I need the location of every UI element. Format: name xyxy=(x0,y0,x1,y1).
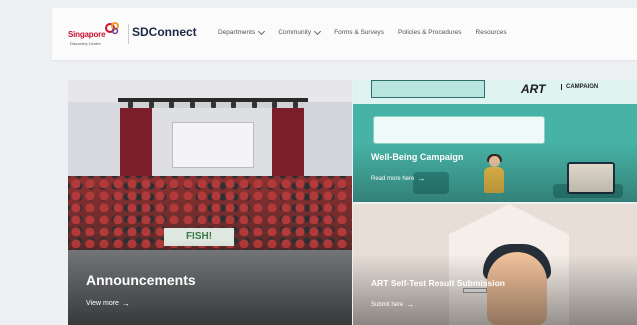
link-label: Submit here xyxy=(371,301,404,308)
link-label: Read more here xyxy=(371,175,415,182)
announcements-tile[interactable]: FISH! Announcements View more → xyxy=(68,80,352,325)
logo-text: Singapore xyxy=(68,30,106,39)
arrow-right-icon: → xyxy=(121,299,130,308)
campaign-logo: ART xyxy=(521,82,546,96)
image-overlay xyxy=(353,254,637,325)
main-nav: Departments Community Forms & Surveys Po… xyxy=(218,27,521,36)
nav-label: Community xyxy=(278,29,312,36)
campaign-callout-box xyxy=(371,80,485,98)
site-header: Singapore Discovery Centre SDConnect Dep… xyxy=(52,8,637,60)
nav-label: Departments xyxy=(218,29,256,36)
campaign-text-panel xyxy=(373,116,545,144)
announcements-view-more-link[interactable]: View more → xyxy=(86,299,130,308)
nav-community[interactable]: Community xyxy=(278,27,322,36)
nav-resources[interactable]: Resources xyxy=(476,29,507,36)
link-label: View more xyxy=(86,300,119,307)
announcements-title: Announcements xyxy=(86,272,196,288)
page: Singapore Discovery Centre SDConnect Dep… xyxy=(0,0,637,325)
logo-mark-icon xyxy=(105,22,119,35)
art-submission-tile[interactable]: ART Self-Test Result Submission Submit h… xyxy=(353,204,637,325)
art-submit-link[interactable]: Submit here → xyxy=(371,300,414,309)
chevron-down-icon xyxy=(258,27,266,36)
art-title: ART Self-Test Result Submission xyxy=(371,278,505,288)
wellbeing-read-more-link[interactable]: Read more here → xyxy=(371,174,425,183)
site-logo[interactable]: Singapore Discovery Centre xyxy=(68,18,124,50)
wellbeing-title: Well-Being Campaign xyxy=(371,152,464,162)
wellbeing-campaign-tile[interactable]: ART CAMPAIGN Well-Being Campaign Read mo… xyxy=(353,80,637,202)
chevron-down-icon xyxy=(314,27,322,36)
projection-screen xyxy=(172,122,254,168)
header-divider xyxy=(128,24,129,44)
campaign-logo-tag: CAMPAIGN xyxy=(561,84,598,90)
arrow-right-icon: → xyxy=(406,300,415,309)
nav-departments[interactable]: Departments xyxy=(218,27,266,36)
nav-forms-surveys[interactable]: Forms & Surveys xyxy=(334,29,384,36)
nav-policies-procedures[interactable]: Policies & Procedures xyxy=(398,29,462,36)
nav-label: Forms & Surveys xyxy=(334,29,384,36)
arrow-right-icon: → xyxy=(417,174,426,183)
image-overlay xyxy=(353,142,637,202)
nav-label: Resources xyxy=(475,29,507,36)
logo-subtext: Discovery Centre xyxy=(70,41,101,46)
nav-label: Policies & Procedures xyxy=(397,29,462,36)
site-title[interactable]: SDConnect xyxy=(132,25,197,39)
